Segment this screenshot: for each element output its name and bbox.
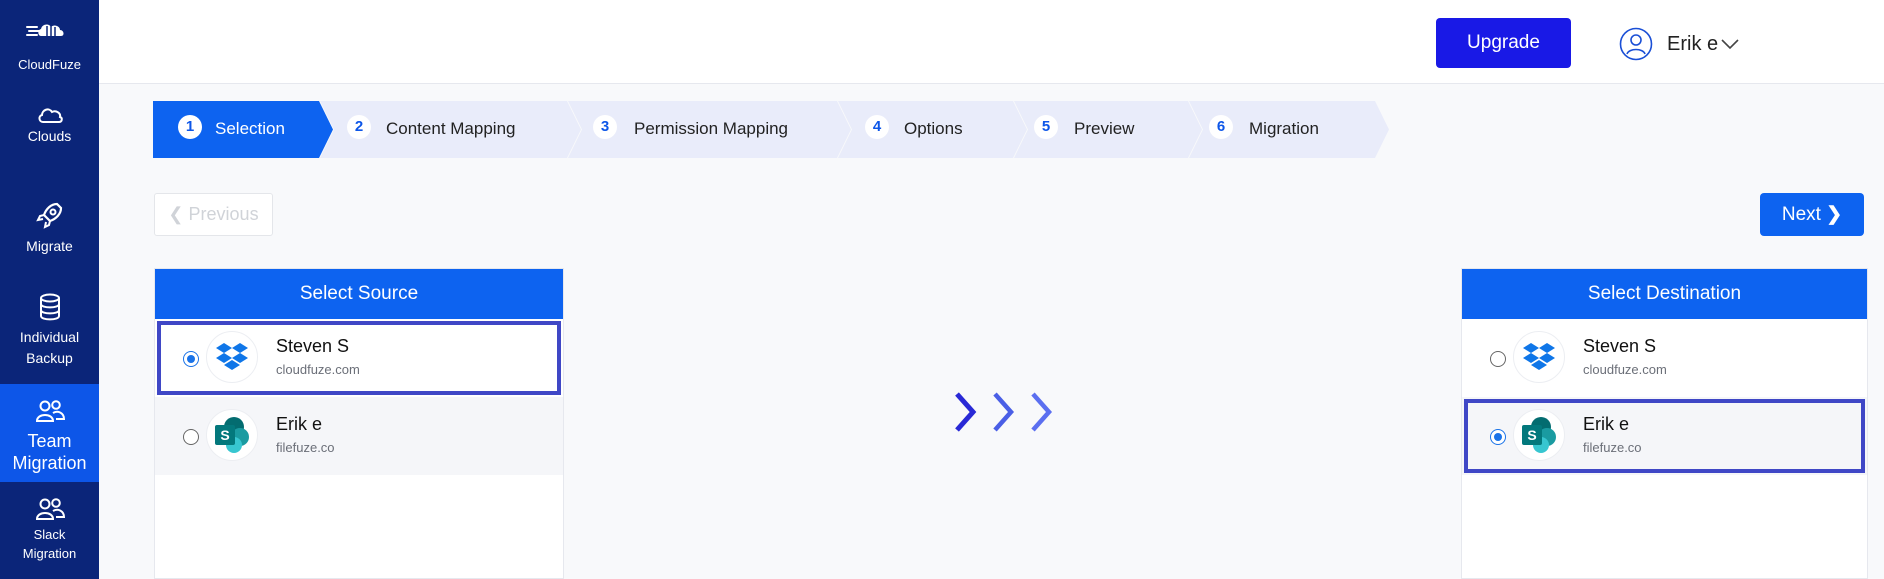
sidebar-item-label: Clouds [27, 128, 72, 144]
chevron-right-icon: ❯ [1826, 204, 1843, 225]
user-menu[interactable]: Erik e [1619, 26, 1740, 62]
source-account-radio[interactable] [183, 351, 199, 367]
chevron-down-icon [1721, 39, 1739, 50]
migration-direction-arrows-icon [955, 392, 1053, 432]
step-selection[interactable]: 1 Selection [153, 101, 333, 158]
account-domain: cloudfuze.com [276, 362, 360, 377]
sidebar-item-team-migration[interactable]: Team Migration [0, 384, 99, 482]
sidebar-item-individual-backup[interactable]: Individual Backup [0, 293, 99, 369]
previous-button[interactable]: ❮ Previous [154, 193, 273, 236]
account-domain: filefuze.co [1583, 440, 1642, 455]
sharepoint-icon: S [1522, 417, 1556, 453]
account-domain: filefuze.co [276, 440, 335, 455]
sidebar-item-label-line1: Team [27, 431, 72, 451]
sidebar-item-label-line1: Slack [33, 527, 66, 542]
cloud-icon [38, 108, 63, 123]
account-name: Erik e [276, 414, 323, 434]
next-label: Next [1781, 204, 1821, 225]
sidebar: CloudFuze Clouds Migrate Individual Back… [0, 0, 99, 579]
sidebar-item-label-line2: Backup [26, 350, 73, 366]
dropbox-icon [1523, 343, 1555, 370]
source-panel: Select Source Steven S cloudfuze.com S E… [154, 268, 564, 579]
sharepoint-icon: S [215, 417, 249, 453]
sidebar-item-label-line2: Migration [22, 546, 77, 561]
dropbox-logo [206, 331, 258, 383]
top-bar [99, 0, 1884, 84]
destination-panel: Select Destination Steven S cloudfuze.co… [1461, 268, 1868, 579]
destination-account-radio[interactable] [1490, 351, 1506, 367]
sidebar-item-label-line1: Individual [19, 329, 80, 345]
team-icon [35, 498, 65, 520]
destination-account-row[interactable]: S Erik e filefuze.co [1462, 397, 1867, 475]
sidebar-item-slack-migration[interactable]: Slack Migration [0, 496, 99, 576]
user-name: Erik e [1667, 32, 1719, 55]
step-label: Selection [215, 119, 285, 138]
brand-logo[interactable]: CloudFuze [0, 18, 99, 80]
source-account-row[interactable]: S Erik e filefuze.co [155, 397, 563, 475]
sidebar-item-label: Migrate [26, 238, 73, 254]
step-content-mapping[interactable]: 2 Content Mapping [320, 101, 581, 158]
account-name: Erik e [1583, 414, 1630, 434]
source-account-row[interactable]: Steven S cloudfuze.com [155, 319, 563, 397]
team-icon [35, 400, 65, 422]
destination-panel-title: Select Destination [1462, 269, 1867, 319]
database-icon [39, 293, 60, 321]
step-migration[interactable]: 6 Migration [1189, 101, 1389, 158]
step-label: Options [904, 119, 963, 138]
sidebar-item-label-line2: Migration [12, 453, 87, 473]
source-account-radio[interactable] [183, 429, 199, 445]
step-number: 6 [1209, 115, 1233, 139]
step-preview[interactable]: 5 Preview [1014, 101, 1202, 158]
sidebar-item-clouds[interactable]: Clouds [0, 104, 99, 164]
account-name: Steven S [276, 336, 350, 356]
step-number: 1 [178, 115, 202, 139]
sharepoint-logo: S [1513, 409, 1565, 461]
dropbox-icon [216, 343, 248, 370]
step-number: 5 [1034, 115, 1058, 139]
sidebar-item-migrate[interactable]: Migrate [0, 200, 99, 260]
brand-name: CloudFuze [18, 57, 81, 72]
step-label: Permission Mapping [634, 119, 789, 138]
chevron-left-icon: ❮ [168, 204, 184, 224]
next-button[interactable]: Next ❯ [1760, 193, 1864, 236]
svg-text:S: S [220, 427, 229, 443]
step-number: 4 [865, 115, 889, 139]
step-number: 3 [593, 115, 617, 139]
source-panel-title: Select Source [155, 269, 563, 319]
step-number: 2 [347, 115, 371, 139]
upgrade-button[interactable]: Upgrade [1436, 18, 1571, 68]
account-name: Steven S [1583, 336, 1657, 356]
svg-text:S: S [1527, 427, 1536, 443]
sharepoint-logo: S [206, 409, 258, 461]
step-label: Preview [1074, 119, 1135, 138]
user-avatar-icon [1619, 27, 1653, 61]
step-label: Content Mapping [386, 119, 516, 138]
account-domain: cloudfuze.com [1583, 362, 1667, 377]
rocket-icon [35, 202, 62, 229]
dropbox-logo [1513, 331, 1565, 383]
step-options[interactable]: 4 Options [838, 101, 1027, 158]
step-permission-mapping[interactable]: 3 Permission Mapping [568, 101, 851, 158]
previous-label: Previous [188, 204, 259, 224]
destination-account-row[interactable]: Steven S cloudfuze.com [1462, 319, 1867, 397]
step-label: Migration [1249, 119, 1319, 138]
destination-account-radio[interactable] [1490, 429, 1506, 445]
cloudfuze-logo-icon [25, 24, 64, 36]
